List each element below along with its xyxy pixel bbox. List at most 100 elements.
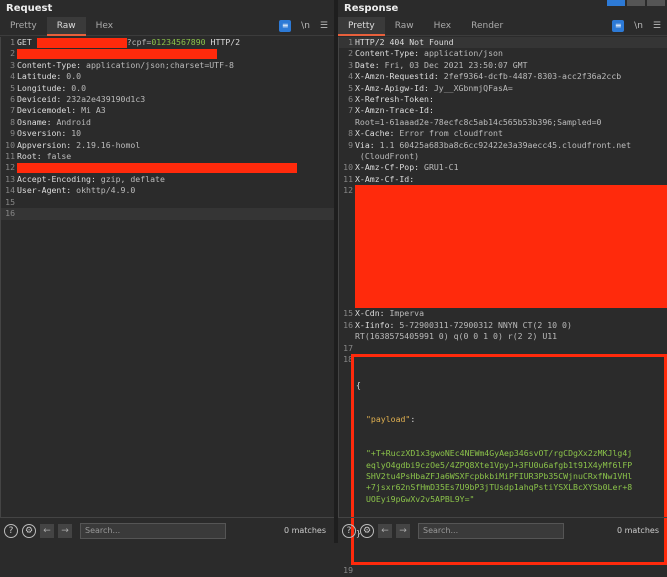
line-number: 1 (10, 37, 15, 47)
code-line: 2 (1, 48, 334, 59)
line-number: 4 (10, 71, 15, 82)
code-line: 11 X-Amz-Cf-Id: (339, 174, 667, 185)
code-line: 5 X-Amz-Apigw-Id: Jy__XGbnmjQFasA= (339, 83, 667, 94)
line-number: 6 (10, 94, 15, 105)
request-title: Request (6, 3, 53, 14)
word-wrap-icon[interactable]: ≡ (279, 20, 292, 32)
code-line: 14 User-Agent: okhttp/4.9.0 (1, 185, 334, 196)
tab-raw[interactable]: Raw (46, 16, 86, 36)
line-number: 11 (5, 151, 15, 162)
menu-icon[interactable]: ☰ (320, 21, 328, 31)
header-name: Longitude: (17, 82, 67, 93)
newline-toggle-icon[interactable]: \n (634, 21, 643, 31)
tab-pretty[interactable]: Pretty (0, 17, 47, 36)
line-number (339, 331, 355, 342)
code-line: 9 Osversion: 10 (1, 128, 334, 139)
line-number: 12 (343, 185, 353, 196)
line-number: 11 (343, 173, 353, 184)
header-value: gzip, deflate (95, 173, 165, 184)
side-by-side-layout-icon[interactable] (607, 0, 625, 6)
line-number: 13 (5, 173, 15, 184)
newline-toggle-icon[interactable]: \n (301, 21, 310, 31)
header-name: Accept-Encoding: (17, 173, 96, 184)
forward-arrow-icon[interactable]: → (58, 523, 72, 538)
code-line: 4 Latitude: 0.0 (1, 71, 334, 82)
layout-toggle[interactable] (607, 0, 665, 6)
line-number (339, 117, 355, 128)
header-name: Osversion: (17, 128, 67, 139)
header-value: RT(1638575405991 0) q(0 0 1 0) r(2 2) U1… (355, 331, 558, 342)
word-wrap-icon[interactable]: ≡ (612, 20, 625, 32)
menu-icon[interactable]: ☰ (653, 21, 661, 31)
header-name: Devicemodel: (17, 105, 77, 116)
tab-hex[interactable]: Hex (86, 17, 123, 36)
gear-icon[interactable]: ⚙ (360, 523, 374, 538)
help-icon[interactable]: ? (4, 523, 18, 538)
forward-arrow-icon[interactable]: → (396, 523, 410, 538)
line-number: 2 (348, 48, 353, 59)
code-line: 1 GET ?cpf=01234567890 HTTP/2 (1, 37, 334, 48)
tab-hex[interactable]: Hex (424, 17, 461, 36)
tab-render[interactable]: Render (461, 17, 513, 36)
vertical-layout-icon[interactable] (627, 0, 645, 6)
header-value: 5-72900311-72900312 NNYN CT(2 10 0) (394, 319, 572, 330)
line-number: 16 (343, 319, 353, 330)
header-value: Mi A3 (76, 105, 106, 116)
header-name: Date: (355, 59, 380, 70)
code-line: 3 Content-Type: application/json;charset=… (1, 60, 334, 71)
code-line: 7 X-Amzn-Trace-Id: (339, 105, 667, 116)
line-number: 9 (10, 128, 15, 139)
request-editor[interactable]: 1 GET ?cpf=01234567890 HTTP/2 2 3 Content-Ty… (0, 37, 334, 517)
code-line: 15 X-Cdn: Imperva (339, 308, 667, 319)
code-line: 12 (1, 162, 334, 173)
line-number: 12 (5, 162, 15, 173)
header-name: Via: (355, 139, 375, 150)
line-number: 14 (5, 185, 15, 196)
code-line: 11 Root: false (1, 151, 334, 162)
header-name: X-Amz-Cf-Pop: (355, 162, 420, 173)
tab-pretty[interactable]: Pretty (338, 16, 385, 36)
line-number: 4 (348, 71, 353, 82)
redaction-block (36, 37, 127, 48)
payload-line: eqlyO4gdbi9czOe5/4ZPQ8Xte1VpyJ+3FU0u6afg… (366, 459, 633, 470)
code-line: 15 (1, 197, 334, 208)
match-count: 0 matches (283, 526, 326, 535)
header-value: 2.19.16-homol (71, 139, 141, 150)
line-number: 10 (5, 139, 15, 150)
search-input[interactable]: Search... (80, 522, 226, 539)
header-value: Jy__XGbnmjQFasA= (428, 82, 513, 93)
header-value: okhttp/4.9.0 (71, 185, 136, 196)
header-name: Appversion: (17, 139, 72, 150)
help-icon[interactable]: ? (342, 523, 356, 538)
line-number: 1 (348, 37, 353, 47)
code-line: 8 Osname: Android (1, 117, 334, 128)
match-count: 0 matches (616, 526, 659, 535)
line-number: 7 (10, 105, 15, 116)
request-panel: Request Pretty Raw Hex ≡ \n ☰ 1 GET ?cpf=… (0, 0, 334, 543)
code-line: 6 Deviceid: 232a2e439190d1c3 (1, 94, 334, 105)
header-value: 2fef9364-dcfb-4487-8303-acc2f36a2ccb (438, 71, 622, 82)
back-arrow-icon[interactable]: ← (40, 523, 54, 538)
response-tabs: Pretty Raw Hex Render ≡ \n ☰ (338, 16, 667, 36)
header-name: HTTP/2 (205, 37, 241, 47)
search-input[interactable]: Search... (418, 522, 564, 539)
code-line: 19 (343, 565, 353, 576)
response-editor[interactable]: 1 HTTP/2 404 Not Found 2 Content-Type: appl… (338, 37, 667, 575)
header-name: X-Amz-Apigw-Id: (355, 82, 429, 93)
line-number (339, 151, 355, 162)
line-number: 15 (343, 308, 353, 319)
code-line: 16 (1, 208, 334, 220)
tab-raw[interactable]: Raw (385, 17, 424, 36)
line-number: 5 (10, 82, 15, 93)
gear-icon[interactable]: ⚙ (22, 523, 36, 538)
single-layout-icon[interactable] (647, 0, 665, 6)
payload-line: +7jsxr62nSfHmD35Es7U9bP3jTUsdp1ahqPstiYS… (366, 482, 633, 493)
header-value: (CloudFront) (355, 151, 420, 162)
line-number: 16 (5, 208, 15, 219)
line-number: 10 (343, 162, 353, 173)
code-line: (CloudFront) (339, 151, 667, 162)
back-arrow-icon[interactable]: ← (378, 523, 392, 538)
header-name: Root: (17, 151, 42, 162)
line-number: 7 (348, 105, 353, 116)
payload-line: UOEyi9pGwXv2v5APBL9Y=" (366, 493, 475, 504)
